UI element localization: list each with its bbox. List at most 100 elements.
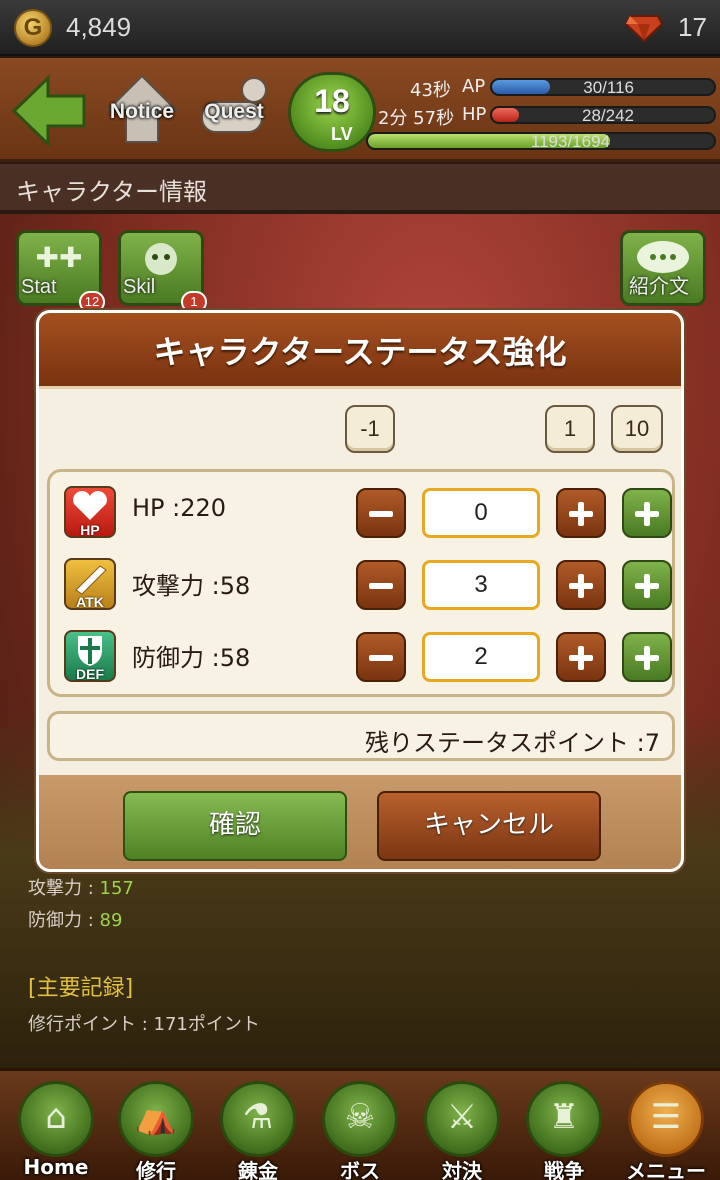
dragon-icon: ☠ xyxy=(344,1097,376,1137)
atk-icon-label: ATK xyxy=(76,594,104,610)
gem-icon xyxy=(624,15,664,42)
home-icon: ⌂ xyxy=(45,1097,67,1137)
quest-label: Quest xyxy=(204,100,264,123)
cancel-button[interactable]: キャンセル xyxy=(377,791,601,861)
ap-label: AP xyxy=(462,76,486,97)
defense-points-input[interactable]: 2 xyxy=(422,632,540,682)
remaining-points-box: 残りステータスポイント :7 xyxy=(47,711,675,761)
skill-tab-label: Skil xyxy=(123,276,156,298)
hp-label: HP xyxy=(462,104,487,125)
stat-row-hp: HP HP :220 0 xyxy=(50,482,672,542)
castle-icon: ♜ xyxy=(548,1097,580,1137)
stat-row-attack: ATK 攻撃力 :58 3 xyxy=(50,554,672,614)
step-plus-1-button[interactable]: 1 xyxy=(545,405,595,453)
stat-allocation-panel: HP HP :220 0 ATK 攻撃力 :58 3 DEF 防御力:58 2 xyxy=(47,469,675,697)
nav-alchemy[interactable]: ⚗ 錬金 xyxy=(210,1081,306,1180)
nav-boss[interactable]: ☠ ボス xyxy=(312,1081,408,1180)
ap-timer-row: 43秒 AP xyxy=(376,76,486,101)
defense-decrease-button[interactable] xyxy=(356,632,406,682)
gold-amount: 4,849 xyxy=(66,12,132,42)
menu-icon: ☰ xyxy=(650,1097,682,1137)
bg-attack-value: 157 xyxy=(99,878,134,899)
nav-war[interactable]: ♜ 戦争 xyxy=(516,1081,612,1180)
nav-menu-label: メニュー xyxy=(626,1159,706,1180)
player-status-header: Notice Quest 18 LV 43秒 AP 30/116 2分 57秒 … xyxy=(0,58,720,162)
currency-bar: G 4,849 17 xyxy=(0,0,720,56)
attack-points-input[interactable]: 3 xyxy=(422,560,540,610)
attack-stat-label: 攻撃力 :58 xyxy=(132,572,251,600)
defense-increase-10-button[interactable] xyxy=(622,632,672,682)
gem-count: 17 xyxy=(678,12,707,42)
hp-icon-label: HP xyxy=(80,522,100,538)
step-plus-10-button[interactable]: 10 xyxy=(611,405,663,453)
nav-alchemy-label: 錬金 xyxy=(238,1159,278,1180)
defense-stat-label: 防御力 :58 xyxy=(132,644,251,672)
ap-value: 30/116 xyxy=(583,78,634,96)
level-number: 18 xyxy=(314,83,350,119)
quest-button[interactable]: Quest xyxy=(192,74,276,146)
status-upgrade-dialog: キャラクターステータス強化 -1 1 10 HP HP :220 0 ATK 攻… xyxy=(36,310,684,872)
nav-training[interactable]: ⛺ 修行 xyxy=(108,1081,204,1180)
swords-icon: ⚔ xyxy=(446,1097,478,1137)
hp-timer-row: 2分 57秒 HP xyxy=(376,104,496,129)
skill-tab-button[interactable]: Skil 1 xyxy=(118,230,207,313)
level-label: LV xyxy=(331,124,353,144)
attack-increase-10-button[interactable] xyxy=(622,560,672,610)
remaining-points-text: 残りステータスポイント :7 xyxy=(365,729,660,757)
dialog-header: キャラクターステータス強化 xyxy=(39,313,681,389)
profile-text-button[interactable]: 紹介文 xyxy=(620,230,706,306)
nav-war-label: 戦争 xyxy=(544,1159,584,1180)
level-badge: 18 LV xyxy=(288,72,376,152)
nav-menu[interactable]: ☰ メニュー xyxy=(618,1081,714,1180)
tent-icon: ⛺ xyxy=(134,1097,178,1137)
bottom-navigation: ⌂ Home ⛺ 修行 ⚗ 錬金 ☠ ボス ⚔ 対決 ♜ 戦争 ☰ メニュー xyxy=(0,1068,720,1180)
bg-attack-label: 攻撃力 : xyxy=(28,878,100,899)
stat-tab-label: Stat xyxy=(21,276,57,298)
exp-bar: 1193/1694 xyxy=(366,132,716,150)
notice-button[interactable]: Notice xyxy=(100,74,184,146)
bg-attack-stat: 攻撃力 : 157 xyxy=(28,874,134,900)
hp-value: 28/242 xyxy=(582,106,634,124)
nav-boss-label: ボス xyxy=(340,1159,380,1180)
nav-home[interactable]: ⌂ Home xyxy=(8,1081,104,1180)
bg-defense-label: 防御力 : xyxy=(28,910,100,931)
section-title-bar: キャラクター情報 xyxy=(0,164,720,212)
back-arrow-icon[interactable] xyxy=(10,74,88,148)
exp-value: 1193/1694 xyxy=(530,132,610,150)
confirm-button[interactable]: 確認 xyxy=(123,791,347,861)
ap-bar: 30/116 xyxy=(490,78,716,96)
notice-label: Notice xyxy=(109,100,175,123)
hp-decrease-button[interactable] xyxy=(356,488,406,538)
ap-timer: 43秒 xyxy=(410,80,451,101)
hp-increase-10-button[interactable] xyxy=(622,488,672,538)
dialog-footer: 確認 キャンセル xyxy=(39,775,681,869)
nav-duel[interactable]: ⚔ 対決 xyxy=(414,1081,510,1180)
svg-text:✚✚: ✚✚ xyxy=(36,241,83,274)
nav-home-label: Home xyxy=(23,1155,89,1179)
hp-bar-fill xyxy=(492,108,519,122)
defense-increase-button[interactable] xyxy=(556,632,606,682)
step-minus-1-button[interactable]: -1 xyxy=(345,405,395,453)
bg-defense-stat: 防御力 : 89 xyxy=(28,906,122,932)
ap-bar-fill xyxy=(492,80,550,94)
profile-text-label: 紹介文 xyxy=(629,276,689,298)
hp-bar: 28/242 xyxy=(490,106,716,124)
hp-increase-button[interactable] xyxy=(556,488,606,538)
pot-icon: ⚗ xyxy=(242,1097,274,1137)
sword-icon: ATK xyxy=(64,558,116,610)
section-title: キャラクター情報 xyxy=(16,178,208,206)
stat-tab-button[interactable]: ✚✚ Stat 12 xyxy=(16,230,105,313)
gold-coin-icon: G xyxy=(14,9,52,47)
hp-points-input[interactable]: 0 xyxy=(422,488,540,538)
hp-stat-label: HP :220 xyxy=(132,494,227,522)
dialog-title: キャラクターステータス強化 xyxy=(153,333,567,371)
shield-icon: DEF xyxy=(64,630,116,682)
attack-decrease-button[interactable] xyxy=(356,560,406,610)
def-icon-label: DEF xyxy=(76,666,104,682)
attack-increase-button[interactable] xyxy=(556,560,606,610)
nav-duel-label: 対決 xyxy=(442,1159,482,1180)
stat-row-defense: DEF 防御力 :58 2 xyxy=(50,626,672,686)
bg-records-heading: [主要記録] xyxy=(28,976,134,1001)
bg-training-points: 修行ポイント : 171ポイント xyxy=(28,1014,260,1035)
hp-timer: 2分 57秒 xyxy=(378,108,455,129)
